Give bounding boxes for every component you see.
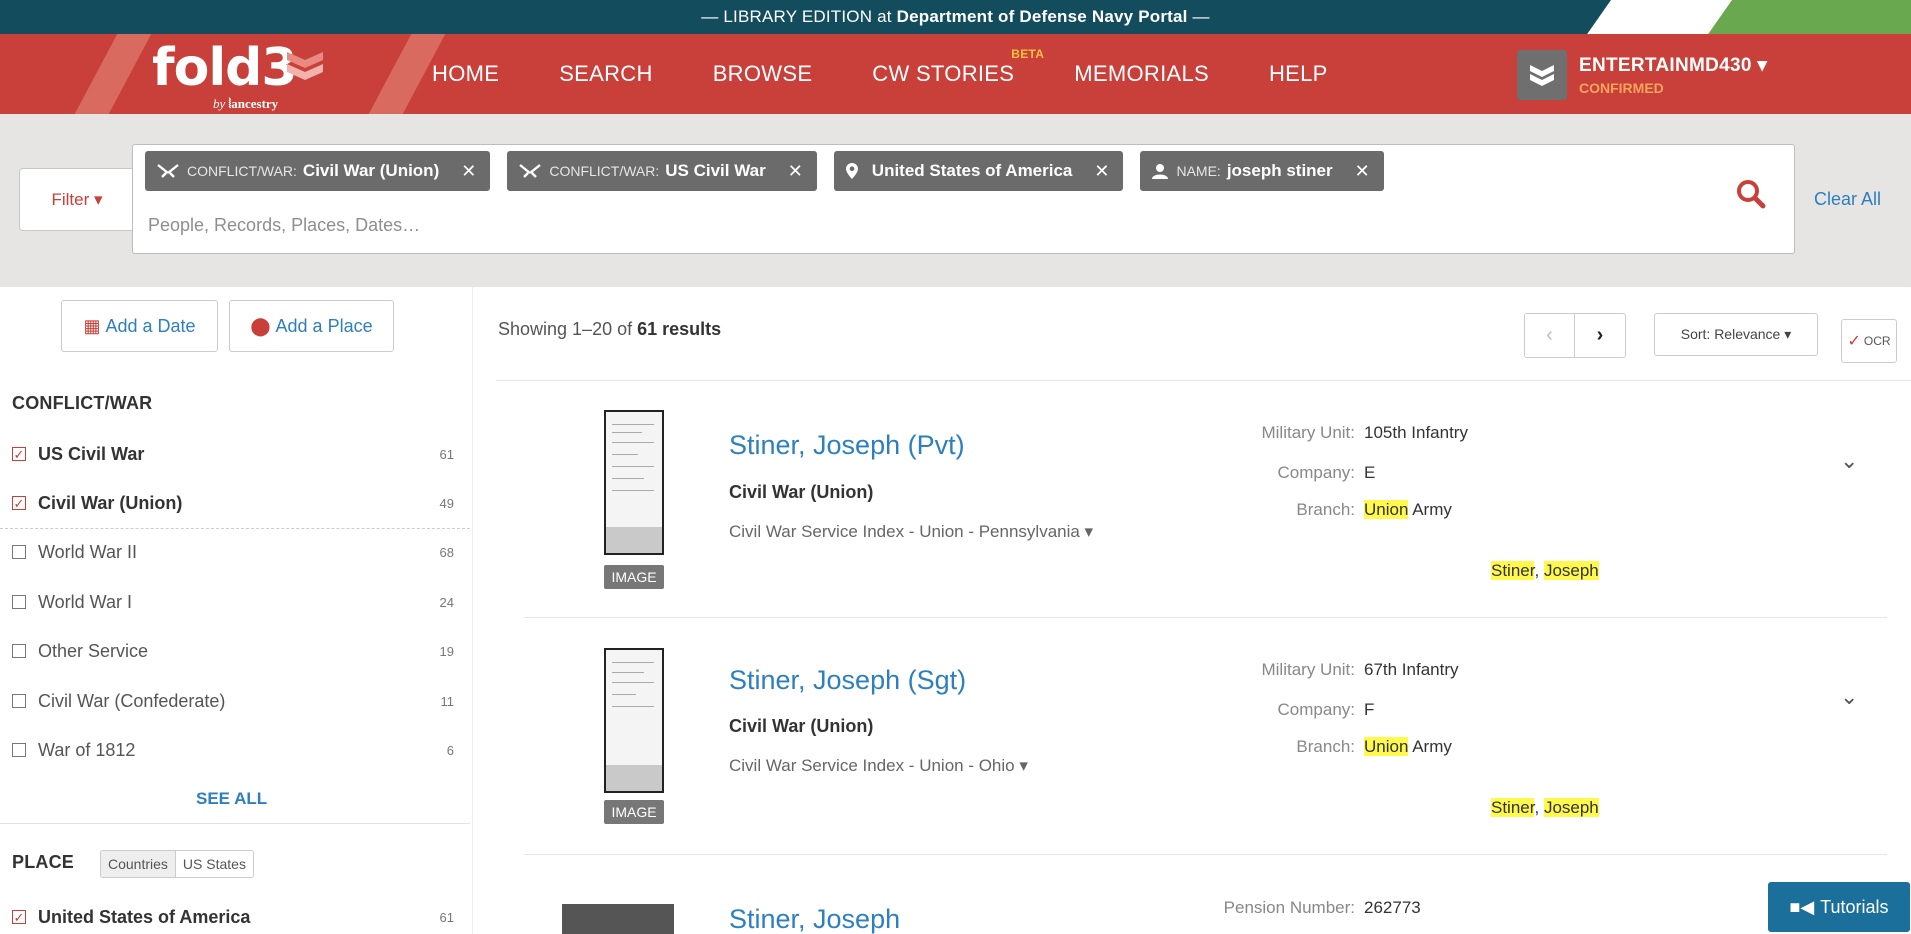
check-icon: ✓	[1847, 333, 1861, 350]
facet-civil-war-confederate[interactable]: Civil War (Confederate) 11	[12, 681, 454, 721]
ocr-highlight: Stiner, Joseph	[1491, 798, 1599, 817]
checkbox-icon[interactable]	[12, 743, 26, 757]
meta-military-unit: Military Unit: 105th Infantry	[1261, 423, 1468, 442]
image-badge: IMAGE	[604, 565, 664, 589]
checkbox-icon[interactable]	[12, 545, 26, 559]
result-war: Civil War (Union)	[729, 482, 874, 502]
tab-us-states[interactable]: US States	[175, 851, 253, 877]
checkbox-checked-icon[interactable]: ✓	[12, 447, 26, 461]
remove-chip-icon[interactable]: ✕	[1094, 161, 1109, 182]
nav-search[interactable]: SEARCH	[559, 61, 653, 87]
remove-chip-icon[interactable]: ✕	[1355, 161, 1370, 182]
search-icon[interactable]	[1736, 179, 1766, 209]
facet-war-of-1812[interactable]: War of 1812 6	[12, 730, 454, 770]
conflict-war-heading: CONFLICT/WAR	[12, 393, 153, 413]
facet-civil-war-union[interactable]: ✓ Civil War (Union) 49	[12, 483, 454, 523]
swords-icon	[157, 164, 179, 178]
user-avatar-icon	[1517, 50, 1567, 100]
checkbox-checked-icon[interactable]: ✓	[12, 496, 26, 510]
filter-chip-conflict-us[interactable]: CONFLICT/WAR: US Civil War ✕	[507, 151, 817, 191]
record-thumbnail[interactable]	[604, 648, 664, 793]
sidebar-divider	[0, 823, 470, 824]
nav-cw-stories[interactable]: CW STORIES BETA	[872, 47, 1044, 87]
calendar-icon: ▦	[83, 315, 101, 336]
meta-pension-number: Pension Number: 262773	[1223, 898, 1421, 917]
facet-united-states[interactable]: ✓ United States of America 61	[12, 897, 454, 934]
result-title-link[interactable]: Stiner, Joseph	[729, 904, 900, 934]
results-count: Showing 1–20 of 61 results	[498, 319, 722, 339]
nav-help[interactable]: HELP	[1269, 61, 1328, 87]
facet-divider	[0, 528, 470, 529]
meta-company: Company: E	[1277, 463, 1376, 482]
user-menu[interactable]: ENTERTAINMD430 ▾ CONFIRMED	[1517, 50, 1767, 100]
prev-page-button[interactable]: ‹	[1525, 314, 1575, 357]
sidebar-separator	[472, 287, 473, 934]
map-pin-icon	[845, 163, 858, 179]
record-thumbnail[interactable]	[604, 410, 664, 555]
person-icon	[1152, 164, 1169, 179]
filter-chip-conflict-union[interactable]: CONFLICT/WAR: Civil War (Union) ✕	[145, 151, 491, 191]
pagination: ‹ ›	[1524, 313, 1626, 358]
nav-home[interactable]: HOME	[432, 61, 499, 87]
tab-countries[interactable]: Countries	[101, 851, 176, 877]
result-title-link[interactable]: Stiner, Joseph (Pvt)	[729, 430, 965, 461]
place-heading: PLACE	[12, 852, 75, 872]
fold3-chevron-icon	[287, 52, 323, 80]
filter-button[interactable]: Filter ▾	[19, 168, 135, 231]
ocr-highlight: Stiner, Joseph	[1491, 561, 1599, 580]
add-place-button[interactable]: ⬤ Add a Place	[229, 300, 394, 352]
username: ENTERTAINMD430 ▾	[1579, 55, 1768, 76]
ocr-toggle[interactable]: ✓ OCR	[1841, 319, 1897, 363]
chevron-down-icon[interactable]: ⌄	[1840, 684, 1858, 710]
checkbox-icon[interactable]	[12, 694, 26, 708]
meta-branch: Branch: Union Army	[1296, 737, 1452, 756]
account-status: CONFIRMED	[1579, 80, 1664, 96]
remove-chip-icon[interactable]: ✕	[461, 161, 476, 182]
nav-browse[interactable]: BROWSE	[713, 61, 813, 87]
meta-branch: Branch: Union Army	[1296, 500, 1452, 519]
facet-other-service[interactable]: Other Service 19	[12, 631, 454, 671]
place-toggle: Countries US States	[100, 850, 254, 878]
result-divider	[525, 854, 1887, 855]
checkbox-icon[interactable]	[12, 595, 26, 609]
clear-all-link[interactable]: Clear All	[1814, 189, 1881, 210]
filter-chip-name[interactable]: NAME: joseph stiner ✕	[1140, 151, 1384, 191]
filter-chips: CONFLICT/WAR: Civil War (Union) ✕ CONFLIC…	[145, 151, 1401, 191]
chevron-right-icon: ›	[1596, 324, 1604, 346]
fold3-logo[interactable]: fold3	[152, 38, 298, 98]
facet-us-civil-war[interactable]: ✓ US Civil War 61	[12, 434, 454, 474]
nav-memorials[interactable]: MEMORIALS	[1074, 61, 1209, 87]
checkbox-checked-icon[interactable]: ✓	[12, 910, 26, 924]
facet-world-war-ii[interactable]: World War II 68	[12, 532, 454, 572]
result-divider	[525, 617, 1887, 618]
tutorials-button[interactable]: ■◀ Tutorials	[1768, 882, 1910, 932]
result-collection-dropdown[interactable]: Civil War Service Index - Union - Ohio ▾	[729, 756, 1028, 776]
next-page-button[interactable]: ›	[1575, 314, 1625, 357]
see-all-link[interactable]: SEE ALL	[196, 789, 267, 809]
sort-dropdown[interactable]: Sort: Relevance ▾	[1654, 313, 1818, 356]
chevron-left-icon: ‹	[1546, 324, 1553, 346]
chevron-down-icon[interactable]: ⌄	[1840, 448, 1858, 474]
remove-chip-icon[interactable]: ✕	[788, 161, 803, 182]
record-thumbnail[interactable]	[562, 904, 674, 934]
corner-decoration	[1581, 0, 1911, 34]
swords-icon	[519, 164, 542, 178]
result-title-link[interactable]: Stiner, Joseph (Sgt)	[729, 665, 966, 696]
nav-links: HOME SEARCH BROWSE CW STORIES BETA MEMORI…	[432, 34, 1388, 114]
results-divider	[496, 380, 1911, 381]
meta-military-unit: Military Unit: 67th Infantry	[1261, 660, 1459, 679]
beta-badge: BETA	[1011, 47, 1045, 61]
add-date-button[interactable]: ▦ Add a Date	[61, 300, 218, 352]
map-pin-icon: ⬤	[250, 315, 271, 336]
filter-chip-place[interactable]: United States of America ✕	[833, 151, 1124, 191]
image-badge: IMAGE	[604, 800, 664, 824]
result-war: Civil War (Union)	[729, 716, 874, 736]
checkbox-icon[interactable]	[12, 644, 26, 658]
facet-world-war-i[interactable]: World War I 24	[12, 582, 454, 622]
ancestry-byline: by ⦚ancestry	[213, 96, 279, 111]
result-collection-dropdown[interactable]: Civil War Service Index - Union - Pennsy…	[729, 522, 1093, 542]
meta-company: Company: F	[1277, 700, 1375, 719]
video-icon: ■◀	[1789, 896, 1815, 917]
search-input[interactable]	[148, 208, 1148, 242]
